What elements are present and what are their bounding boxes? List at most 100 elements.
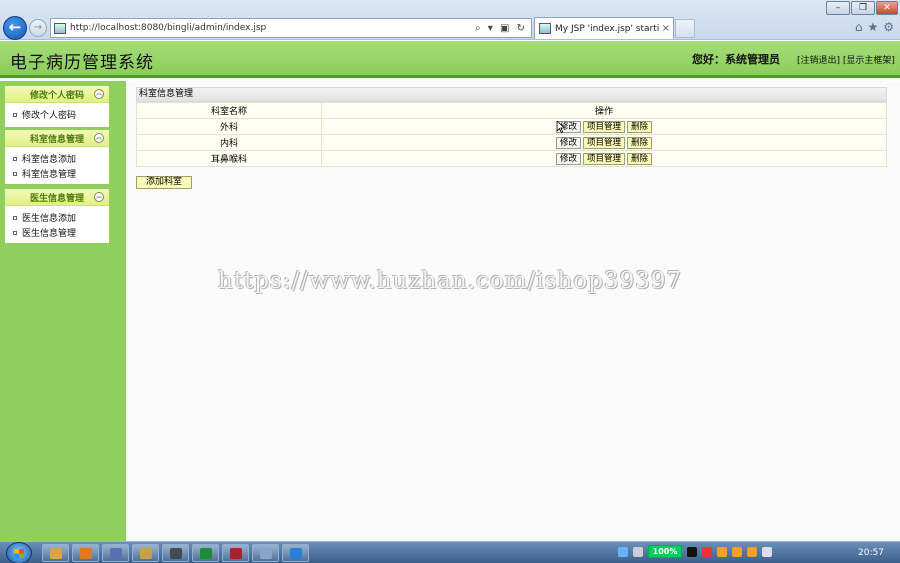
department-table: 科室名称 操作 外科 修改 项目管理 删除 内科 修改 项目管理 删除 耳鼻喉科 修改项… [136, 102, 887, 167]
taskbar-app-icon[interactable] [162, 544, 189, 562]
user-greeting: 您好：系统管理员 [692, 53, 780, 66]
app-title: 电子病历管理系统 [10, 53, 154, 73]
panel-title: 科室信息管理 [136, 87, 887, 102]
close-window-button[interactable]: ✕ [876, 1, 898, 15]
address-bar[interactable]: http://localhost:8080/bingli/admin/index… [50, 18, 532, 38]
department-name: 外科 [136, 118, 322, 135]
forward-button[interactable]: → [29, 19, 47, 37]
collapse-icon[interactable]: ︽ [94, 89, 104, 99]
project-manage-button[interactable]: 项目管理 [582, 152, 625, 165]
address-url[interactable]: http://localhost:8080/bingli/admin/index… [70, 23, 475, 33]
delete-button[interactable]: 删除 [627, 120, 653, 133]
department-panel: 科室信息管理 科室名称 操作 外科 修改 项目管理 删除 内科 修改 项目管理 删除 耳… [136, 87, 887, 167]
sidebar: 修改个人密码 ︽ 修改个人密码 科室信息管理 ︽ 科室信息添加 科室信息管理 医… [0, 81, 126, 541]
sidebar-group-password: 修改个人密码 ︽ 修改个人密码 [5, 86, 109, 127]
column-header-actions: 操作 [321, 102, 887, 119]
department-name: 内科 [136, 134, 322, 151]
tray-qq-icon[interactable] [717, 546, 727, 557]
taskbar-apps [42, 544, 309, 562]
bullet-icon [13, 171, 17, 176]
back-button[interactable]: ← [3, 16, 27, 40]
minimize-button[interactable]: – [826, 1, 850, 15]
sidebar-item-label: 科室信息添加 [22, 155, 77, 165]
address-tools-icons[interactable]: ⌕ ▾ ▣ ↻ [475, 23, 531, 34]
sidebar-item-label: 修改个人密码 [22, 111, 77, 121]
edit-button[interactable]: 修改 [555, 136, 581, 149]
sidebar-item-doctor-add[interactable]: 医生信息添加 [5, 210, 109, 225]
row-actions: 修改 项目管理 删除 [321, 134, 887, 151]
battery-indicator[interactable]: 100% [648, 545, 682, 558]
sidebar-group-header[interactable]: 修改个人密码 ︽ [5, 86, 109, 103]
tray-qq-icon[interactable] [747, 546, 757, 557]
taskbar-archive-icon[interactable] [222, 544, 249, 562]
network-signal-icon[interactable] [762, 546, 772, 557]
sidebar-group-title: 科室信息管理 [29, 134, 84, 145]
keyboard-icon[interactable] [633, 546, 643, 557]
tab-title: My JSP 'index.jsp' startin... [555, 23, 659, 34]
table-row: 外科 修改 项目管理 删除 [136, 118, 887, 135]
table-row: 内科 修改 项目管理 删除 [136, 134, 887, 151]
watermark: https://www.huzhan.com/ishop39397 [218, 268, 683, 294]
delete-button[interactable]: 删除 [627, 136, 653, 149]
browser-tab[interactable]: My JSP 'index.jsp' startin... × [534, 17, 674, 39]
sidebar-item-department-add[interactable]: 科室信息添加 [5, 151, 109, 166]
home-icon[interactable]: ⌂ [855, 20, 863, 34]
header-links[interactable]: [注销退出] [显示主框架] [797, 53, 895, 66]
table-row: 耳鼻喉科 修改 项目管理 删除 [136, 150, 887, 167]
new-tab-button[interactable] [675, 19, 695, 38]
sidebar-group-doctor: 医生信息管理 ︽ 医生信息添加 医生信息管理 [5, 189, 109, 243]
maximize-button[interactable]: ❐ [851, 1, 875, 15]
power-plug-icon[interactable] [687, 546, 697, 557]
settings-gear-icon[interactable]: ⚙ [883, 20, 894, 34]
bullet-icon [13, 230, 17, 235]
sidebar-item-doctor-manage[interactable]: 医生信息管理 [5, 225, 109, 240]
bullet-icon [13, 156, 17, 161]
bullet-icon [13, 112, 17, 117]
taskbar-excel-icon[interactable] [192, 544, 219, 562]
row-actions: 修改 项目管理 删除 [321, 118, 887, 135]
tray-app-icon[interactable] [702, 546, 712, 557]
sidebar-group-title: 修改个人密码 [29, 90, 84, 101]
collapse-icon[interactable]: ︽ [94, 192, 104, 202]
taskbar-firefox-icon[interactable] [72, 544, 99, 562]
main-content: 科室信息管理 科室名称 操作 外科 修改 项目管理 删除 内科 修改 项目管理 删除 耳… [126, 81, 900, 541]
project-manage-button[interactable]: 项目管理 [582, 120, 625, 133]
taskbar-app-icon[interactable] [132, 544, 159, 562]
start-button[interactable] [6, 542, 32, 563]
department-name: 耳鼻喉科 [136, 150, 322, 167]
sidebar-item-label: 医生信息管理 [22, 229, 77, 239]
app-header: 电子病历管理系统 您好：系统管理员 [注销退出] [显示主框架] [0, 41, 900, 78]
tray-app-icon[interactable] [618, 546, 628, 557]
edit-button[interactable]: 修改 [555, 152, 581, 165]
system-tray: 100% [618, 545, 772, 558]
taskbar-clock[interactable]: 20:57 [858, 548, 884, 558]
row-actions: 修改 项目管理 删除 [321, 150, 887, 167]
column-header-name: 科室名称 [136, 102, 322, 119]
project-manage-button[interactable]: 项目管理 [582, 136, 625, 149]
browser-chrome: – ❐ ✕ ← → http://localhost:8080/bingli/a… [0, 0, 900, 40]
delete-button[interactable]: 删除 [627, 152, 653, 165]
taskbar-app-icon[interactable] [252, 544, 279, 562]
page-icon [54, 22, 66, 34]
bullet-icon [13, 215, 17, 220]
sidebar-group-department: 科室信息管理 ︽ 科室信息添加 科室信息管理 [5, 130, 109, 184]
sidebar-item-label: 科室信息管理 [22, 170, 77, 180]
tab-page-icon [539, 23, 551, 34]
tab-close-icon[interactable]: × [659, 23, 673, 34]
sidebar-group-title: 医生信息管理 [29, 193, 84, 204]
sidebar-group-header[interactable]: 医生信息管理 ︽ [5, 189, 109, 206]
tray-qq-icon[interactable] [732, 546, 742, 557]
window-controls: – ❐ ✕ [826, 1, 898, 15]
collapse-icon[interactable]: ︽ [94, 133, 104, 143]
sidebar-item-label: 医生信息添加 [22, 214, 77, 224]
add-department-button[interactable]: 添加科室 [136, 176, 192, 189]
taskbar-folder-icon[interactable] [42, 544, 69, 562]
table-header-row: 科室名称 操作 [136, 102, 887, 119]
sidebar-item-department-manage[interactable]: 科室信息管理 [5, 166, 109, 181]
taskbar-app-icon[interactable] [102, 544, 129, 562]
favorites-icon[interactable]: ★ [867, 20, 878, 34]
sidebar-group-header[interactable]: 科室信息管理 ︽ [5, 130, 109, 147]
sidebar-item-change-password[interactable]: 修改个人密码 [5, 107, 109, 122]
taskbar-ie-icon[interactable] [282, 544, 309, 562]
browser-toolbar-icons: ⌂ ★ ⚙ [855, 20, 894, 34]
